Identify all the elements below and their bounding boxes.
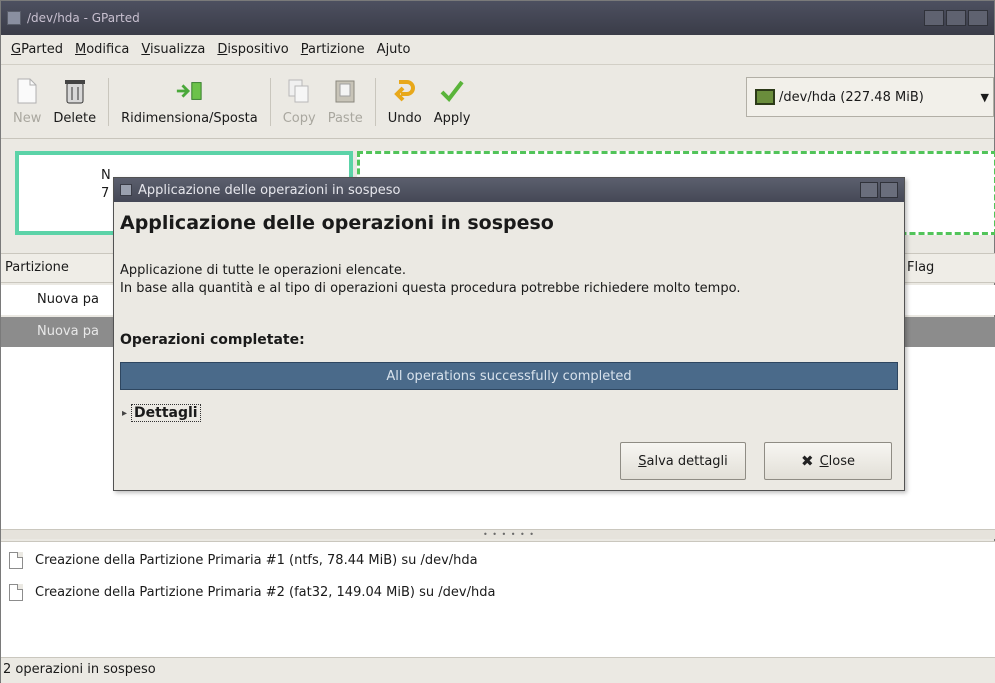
menu-partizione[interactable]: Partizione [295, 42, 371, 57]
dialog-icon [120, 184, 132, 196]
completed-label: Operazioni completate: [120, 332, 305, 348]
dropdown-arrow-icon: ▼ [980, 90, 989, 104]
pane-splitter[interactable]: • • • • • • [1, 529, 995, 539]
status-bar: 2 operazioni in sospeso [1, 657, 995, 683]
new-button[interactable]: New [7, 70, 47, 134]
dialog-description: Applicazione di tutte le operazioni elen… [120, 263, 741, 296]
column-partition[interactable]: Partizione [5, 260, 69, 275]
new-icon [13, 77, 41, 105]
progress-text: All operations successfully completed [386, 368, 632, 384]
trash-icon [61, 77, 89, 105]
toolbar-separator [269, 77, 271, 126]
apply-operations-dialog: Applicazione delle operazioni in sospeso… [113, 177, 905, 491]
window-title: /dev/hda - GParted [27, 11, 140, 25]
apply-button[interactable]: Apply [428, 70, 477, 134]
paste-button[interactable]: Paste [322, 70, 369, 134]
toolbar-separator [374, 77, 376, 126]
paste-icon [331, 77, 359, 105]
device-label: /dev/hda (227.48 MiB) [779, 89, 924, 105]
maximize-button[interactable] [946, 10, 966, 26]
resize-arrows-icon [175, 77, 203, 105]
menu-visualizza[interactable]: Visualizza [135, 42, 211, 57]
details-expander[interactable]: ▸ Dettagli [122, 404, 201, 422]
gparted-window: /dev/hda - GParted GParted Modifica Visu… [0, 0, 995, 683]
progress-bar: All operations successfully completed [120, 362, 898, 390]
menu-modifica[interactable]: Modifica [69, 42, 135, 57]
document-icon [9, 552, 23, 569]
dialog-close-window-button[interactable] [880, 182, 898, 198]
minimize-button[interactable] [924, 10, 944, 26]
device-selector[interactable]: /dev/hda (227.48 MiB) ▼ [746, 77, 994, 117]
title-bar: /dev/hda - GParted [1, 1, 994, 35]
pending-operations-list: Creazione della Partizione Primaria #1 (… [1, 541, 995, 657]
toolbar: New Delete Ridimensiona/Sposta Copy Past… [1, 65, 994, 139]
menu-dispositivo[interactable]: Dispositivo [211, 42, 294, 57]
undo-arrow-icon [391, 77, 419, 105]
splitter-grip-icon: • • • • • • [483, 530, 536, 539]
list-item[interactable]: Creazione della Partizione Primaria #1 (… [9, 552, 478, 569]
checkmark-icon [438, 77, 466, 105]
toolbar-separator [108, 77, 110, 126]
list-item[interactable]: Creazione della Partizione Primaria #2 (… [9, 584, 495, 601]
status-text: 2 operazioni in sospeso [3, 662, 156, 677]
save-details-button[interactable]: Salva dettagli [620, 442, 746, 480]
expander-arrow-icon: ▸ [122, 407, 128, 419]
close-window-button[interactable] [968, 10, 988, 26]
column-flag[interactable]: Flag [907, 260, 934, 275]
close-icon: ✖ [801, 452, 814, 470]
harddisk-icon [755, 89, 775, 105]
dialog-heading: Applicazione delle operazioni in sospeso [120, 212, 554, 234]
dialog-title-bar: Applicazione delle operazioni in sospeso [114, 178, 904, 202]
menu-bar: GParted Modifica Visualizza Dispositivo … [1, 35, 994, 65]
dialog-minimize-button[interactable] [860, 182, 878, 198]
menu-gparted[interactable]: GParted [5, 42, 69, 57]
app-icon [7, 11, 21, 25]
copy-button[interactable]: Copy [277, 70, 322, 134]
menu-ajuto[interactable]: Ajuto [371, 42, 417, 57]
resize-move-button[interactable]: Ridimensiona/Sposta [115, 70, 264, 134]
close-button[interactable]: ✖ Close [764, 442, 892, 480]
dialog-title: Applicazione delle operazioni in sospeso [138, 182, 401, 198]
undo-button[interactable]: Undo [382, 70, 428, 134]
document-icon [9, 584, 23, 601]
copy-icon [285, 77, 313, 105]
delete-button[interactable]: Delete [47, 70, 102, 134]
